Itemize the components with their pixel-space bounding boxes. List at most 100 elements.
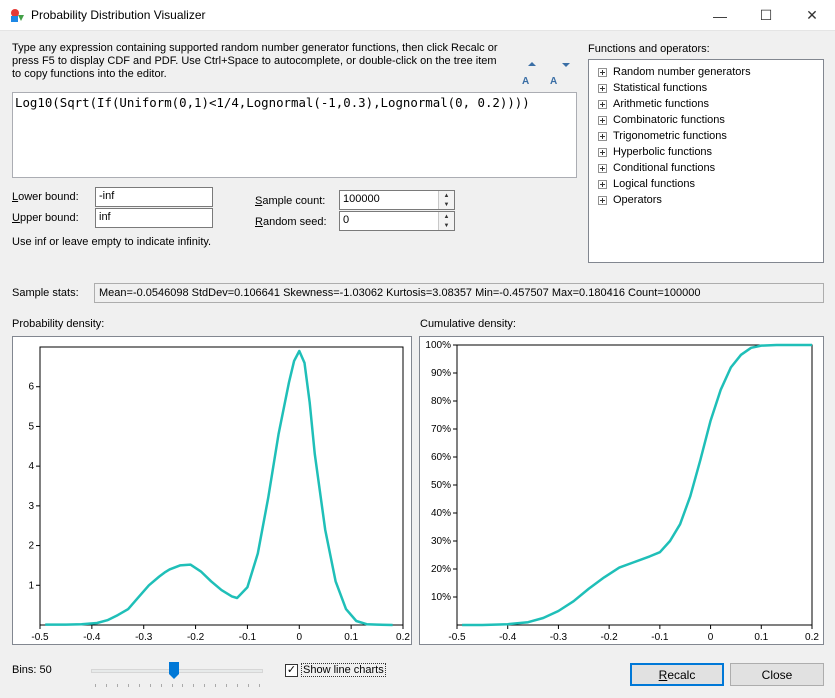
increase-font-button[interactable]: A bbox=[521, 62, 543, 86]
sample-count-label: Sample count: bbox=[255, 195, 326, 207]
slider-tick bbox=[237, 684, 239, 687]
expand-plus-icon[interactable] bbox=[598, 115, 607, 125]
cdf-svg: -0.5 -0.4 -0.3 -0.2 -0.1 0 0.1 0.2 10% 20% 30% 40% 5… bbox=[425, 340, 819, 643]
recalc-button[interactable]: Recalc bbox=[630, 663, 724, 686]
infinity-hint: Use inf or leave empty to indicate infin… bbox=[12, 236, 212, 248]
x-tick-label: 0 bbox=[297, 632, 303, 643]
slider-tick bbox=[215, 684, 217, 687]
random-seed-spinner[interactable]: ▲ ▼ bbox=[438, 212, 454, 230]
x-tick-label: -0.5 bbox=[31, 632, 49, 643]
x-tick-label: -0.5 bbox=[448, 632, 466, 643]
checkbox-check-icon[interactable]: ✓ bbox=[285, 663, 298, 677]
expand-plus-icon[interactable] bbox=[598, 67, 607, 77]
random-seed-input[interactable]: 0 ▲ ▼ bbox=[339, 211, 455, 231]
x-tick-label: 0.1 bbox=[344, 632, 358, 643]
upper-bound-input[interactable]: inf bbox=[95, 208, 213, 228]
slider-tick bbox=[182, 684, 184, 687]
random-seed-value: 0 bbox=[343, 214, 350, 226]
slider-tick bbox=[127, 684, 129, 687]
y-tick-label: 70% bbox=[431, 424, 451, 435]
y-tick-label: 1 bbox=[28, 580, 34, 591]
maximize-button[interactable]: ☐ bbox=[743, 0, 789, 31]
random-seed-label: Random seed: bbox=[255, 216, 327, 228]
tree-item[interactable]: Combinatoric functions bbox=[598, 112, 823, 128]
tree-item[interactable]: Conditional functions bbox=[598, 160, 823, 176]
y-tick-label: 5 bbox=[28, 421, 34, 432]
y-tick-label: 6 bbox=[28, 382, 34, 393]
tree-item-label: Combinatoric functions bbox=[613, 114, 725, 126]
bins-value: 50 bbox=[39, 664, 52, 676]
close-window-button[interactable]: ✕ bbox=[789, 0, 835, 31]
plot-area bbox=[456, 344, 813, 626]
slider-tick bbox=[204, 684, 206, 687]
series-line bbox=[45, 349, 393, 627]
spin-up-icon[interactable]: ▲ bbox=[439, 212, 454, 221]
x-tick-label: -0.4 bbox=[499, 632, 517, 643]
expand-plus-icon[interactable] bbox=[598, 179, 607, 189]
y-tick-label: 90% bbox=[431, 368, 451, 379]
y-tick-label: 2 bbox=[28, 541, 34, 552]
tree-item-label: Logical functions bbox=[613, 178, 695, 190]
pdf-label: Probability density: bbox=[12, 318, 105, 330]
expand-plus-icon[interactable] bbox=[598, 195, 607, 205]
x-tick-label: -0.2 bbox=[601, 632, 619, 643]
sample-count-spinner[interactable]: ▲ ▼ bbox=[438, 191, 454, 209]
expand-plus-icon[interactable] bbox=[598, 163, 607, 173]
lower-bound-input[interactable]: -inf bbox=[95, 187, 213, 207]
tree-item[interactable]: Trigonometric functions bbox=[598, 128, 823, 144]
probability-density-chart: -0.5 -0.4 -0.3 -0.2 -0.1 0 0.1 0.2 1 2 3 4 5 6 bbox=[12, 336, 412, 645]
lower-bound-label: Lower bound: bbox=[12, 191, 79, 203]
spin-down-icon[interactable]: ▼ bbox=[439, 221, 454, 230]
y-tick-label: 100% bbox=[425, 340, 451, 351]
y-tick-label: 50% bbox=[431, 480, 451, 491]
sample-count-input[interactable]: 100000 ▲ ▼ bbox=[339, 190, 455, 210]
spin-up-icon[interactable]: ▲ bbox=[439, 191, 454, 200]
y-tick-label: 3 bbox=[28, 501, 34, 512]
tree-item-label: Arithmetic functions bbox=[613, 98, 709, 110]
slider-tick bbox=[193, 684, 195, 687]
x-tick-label: -0.1 bbox=[651, 632, 669, 643]
bins-label: Bins: 50 bbox=[12, 664, 52, 676]
slider-tick bbox=[116, 684, 118, 687]
x-tick-label: 0 bbox=[708, 632, 714, 643]
tree-item[interactable]: Arithmetic functions bbox=[598, 96, 823, 112]
arrow-down-icon bbox=[562, 63, 570, 67]
tree-item[interactable]: Hyperbolic functions bbox=[598, 144, 823, 160]
x-tick-label: -0.4 bbox=[83, 632, 101, 643]
x-tick-label: 0.1 bbox=[754, 632, 768, 643]
slider-tick bbox=[149, 684, 151, 687]
expression-editor[interactable]: Log10(Sqrt(If(Uniform(0,1)<1/4,Lognormal… bbox=[12, 92, 577, 178]
tree-item[interactable]: Random number generators bbox=[598, 64, 823, 80]
slider-tick bbox=[171, 684, 173, 687]
tree-item-label: Conditional functions bbox=[613, 162, 716, 174]
minimize-button[interactable]: — bbox=[697, 0, 743, 31]
decrease-font-button[interactable]: A bbox=[549, 62, 571, 86]
bins-slider-thumb[interactable] bbox=[168, 662, 179, 679]
tree-item-label: Random number generators bbox=[613, 66, 751, 78]
tree-item[interactable]: Statistical functions bbox=[598, 80, 823, 96]
decrease-font-glyph: A bbox=[550, 76, 557, 86]
app-icon bbox=[11, 9, 24, 22]
slider-tick bbox=[95, 684, 96, 687]
sample-stats-label: Sample stats: bbox=[12, 287, 79, 299]
tree-item[interactable]: Logical functions bbox=[598, 176, 823, 192]
expand-plus-icon[interactable] bbox=[598, 83, 607, 93]
spin-down-icon[interactable]: ▼ bbox=[439, 200, 454, 209]
y-tick-label: 60% bbox=[431, 452, 451, 463]
arrow-up-icon bbox=[528, 62, 536, 66]
functions-label: Functions and operators: bbox=[588, 43, 710, 55]
sample-stats-box: Mean=-0.0546098 StdDev=0.106641 Skewness… bbox=[94, 283, 824, 303]
slider-tick bbox=[138, 684, 140, 687]
show-line-charts-checkbox[interactable]: ✓ Show line charts bbox=[285, 663, 386, 677]
expand-plus-icon[interactable] bbox=[598, 147, 607, 157]
show-line-charts-label: Show line charts bbox=[301, 663, 386, 677]
functions-tree[interactable]: Random number generators Statistical func… bbox=[588, 59, 824, 263]
slider-tick bbox=[226, 684, 228, 687]
expand-plus-icon[interactable] bbox=[598, 131, 607, 141]
expand-plus-icon[interactable] bbox=[598, 99, 607, 109]
tree-item[interactable]: Operators bbox=[598, 192, 823, 208]
x-tick-label: 0.2 bbox=[805, 632, 819, 643]
y-tick-label: 4 bbox=[28, 461, 34, 472]
close-button[interactable]: Close bbox=[730, 663, 824, 686]
x-tick-label: -0.1 bbox=[239, 632, 257, 643]
